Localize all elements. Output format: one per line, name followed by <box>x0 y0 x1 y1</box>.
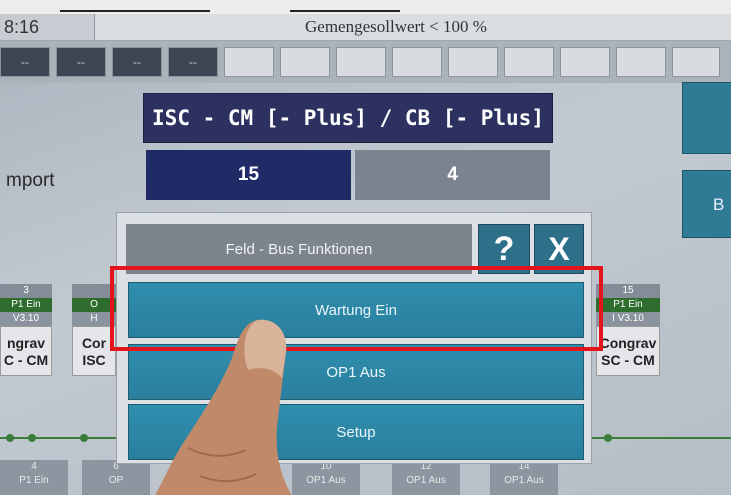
slot-button[interactable] <box>336 47 386 77</box>
module-number: 15 <box>596 284 660 298</box>
side-button-b[interactable]: B <box>682 170 731 238</box>
module-state: P1 Ein <box>596 298 660 312</box>
module-card[interactable]: 3 P1 Ein V3.10 ngrav C - CM <box>0 284 52 376</box>
module-number <box>72 284 116 298</box>
slot-button[interactable] <box>280 47 330 77</box>
module-name: Cor ISC <box>72 326 116 376</box>
slot-button[interactable] <box>448 47 498 77</box>
side-button[interactable] <box>682 82 731 154</box>
module-name: ngrav C - CM <box>0 326 52 376</box>
module-number: 3 <box>0 284 52 298</box>
status-message: Gemengesollwert < 100 % <box>305 17 487 36</box>
module-version: I V3.10 <box>596 312 660 326</box>
slot-button[interactable]: -- <box>168 47 218 77</box>
side-label: mport <box>6 170 55 191</box>
module-state: P1 Ein <box>0 298 52 312</box>
slot-button[interactable]: -- <box>0 47 50 77</box>
slot-button[interactable] <box>504 47 554 77</box>
module-version: H <box>72 312 116 326</box>
setup-button[interactable]: Setup <box>128 404 584 460</box>
help-button[interactable]: ? <box>478 224 530 274</box>
op1-off-button[interactable]: OP1 Aus <box>128 344 584 400</box>
close-button[interactable]: X <box>534 224 584 274</box>
bus-node <box>28 434 36 442</box>
module-version: V3.10 <box>0 312 52 326</box>
slot-button[interactable]: -- <box>112 47 162 77</box>
bus-node <box>6 434 14 442</box>
value-left-button[interactable]: 15 <box>146 150 351 200</box>
maintenance-on-button[interactable]: Wartung Ein <box>128 282 584 338</box>
bottom-module-tab[interactable]: 4 P1 Ein <box>0 460 68 495</box>
slot-button[interactable] <box>616 47 666 77</box>
module-name: Congrav SC - CM <box>596 326 660 376</box>
clock-display: 8:16 <box>0 14 95 40</box>
device-title: ISC - CM [- Plus] / CB [- Plus] <box>143 93 553 143</box>
bus-node <box>80 434 88 442</box>
value-right-button[interactable]: 4 <box>355 150 550 200</box>
dialog-title: Feld - Bus Funktionen <box>126 224 472 274</box>
bottom-module-tab[interactable]: 6 OP <box>82 460 150 495</box>
bottom-module-tab[interactable]: 14 OP1 Aus <box>490 460 558 495</box>
bottom-module-tab[interactable]: 10 OP1 Aus <box>292 460 360 495</box>
slot-button[interactable] <box>392 47 442 77</box>
module-card[interactable]: O H Cor ISC <box>72 284 116 376</box>
bottom-module-tab[interactable]: 12 OP1 Aus <box>392 460 460 495</box>
slot-button[interactable]: -- <box>56 47 106 77</box>
top-bezel <box>0 0 731 14</box>
slot-button[interactable] <box>672 47 720 77</box>
slot-button[interactable] <box>560 47 610 77</box>
bus-node <box>604 434 612 442</box>
slot-button[interactable] <box>224 47 274 77</box>
hmi-screen: 8:16 Gemengesollwert < 100 % -- -- -- --… <box>0 0 731 495</box>
module-card[interactable]: 15 P1 Ein I V3.10 Congrav SC - CM <box>596 284 660 376</box>
module-state: O <box>72 298 116 312</box>
